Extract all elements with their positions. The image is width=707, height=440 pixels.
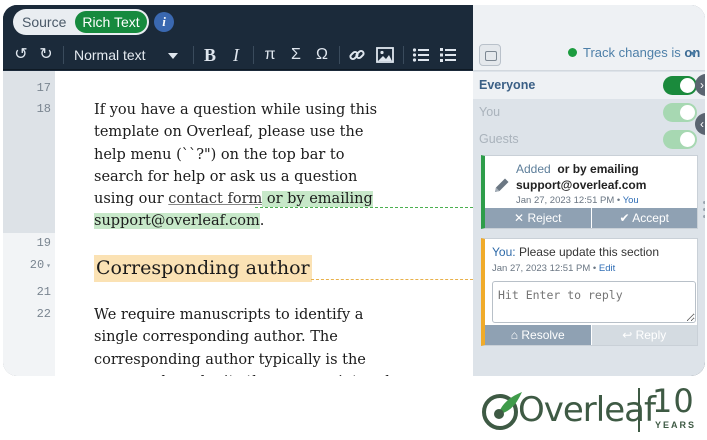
comment-connector-line [311,279,473,280]
mode-bar: Source Rich Text i [3,5,473,40]
change-kind: Added [516,162,551,176]
numbered-list-icon[interactable] [437,44,459,66]
change-text-continued: support@overleaf.com [516,178,647,192]
track-everyone-switch[interactable] [663,76,697,95]
reply-input[interactable] [492,281,696,323]
paragraph-end: . [259,213,265,230]
reply-label: Reply [635,328,667,342]
comment-body: You: Please update this section [492,245,659,259]
comment-author: You: [492,245,516,259]
reject-label: Reject [527,211,562,225]
toolbar-divider [339,46,340,64]
line-number: 17 [36,81,51,95]
editor-mode-toggle[interactable]: Source Rich Text [13,9,149,35]
comment-edit-link[interactable]: Edit [599,263,615,274]
gutter-highlight [3,97,55,233]
comment-date: Jan 27, 2023 12:51 PM [492,263,591,274]
contact-form-link[interactable]: contact form [168,191,262,207]
toolbar-divider [193,46,194,64]
bullet-list-icon[interactable] [410,44,432,66]
tracked-change-card[interactable]: Added or by emailing support@overleaf.co… [481,155,698,229]
change-meta: Jan 27, 2023 12:51 PM • You [516,195,639,206]
comment-actions: ⌂ Resolve ↩ Reply [485,325,697,345]
resolve-button[interactable]: ⌂ Resolve [485,325,592,345]
track-guests-label: Guests [479,132,519,146]
section-heading[interactable]: Corresponding author [94,255,312,282]
logo-ten: 10 [652,382,695,420]
change-author: You [622,195,639,206]
switch-knob [680,132,695,147]
editor-content-area[interactable]: 17 18 19 20 ▾ 21 22 If you have a questio… [3,71,473,376]
fold-arrow-icon[interactable]: ▾ [46,262,51,271]
pencil-icon [495,178,509,192]
overview-toggle-icon[interactable] [479,44,501,66]
italic-icon[interactable]: I [226,44,246,66]
redo-icon[interactable]: ↻ [36,44,56,66]
resolve-label: Resolve [521,328,565,342]
reply-button[interactable]: ↩ Reply [591,325,697,345]
review-panel: Track changes is on ▼ Everyone You Guest… [473,5,705,376]
line-number-gutter: 17 18 19 20 ▾ 21 22 [3,71,55,376]
logo-divider [638,388,640,432]
review-panel-header: Track changes is on ▼ [473,5,705,71]
toolbar-divider [253,46,254,64]
track-you-row: You [473,99,705,126]
switch-knob [680,105,695,120]
editor-window: Source Rich Text i ↺ ↻ Normal text B I π… [3,5,705,376]
document-content[interactable]: If you have a question while using this … [55,71,473,376]
change-summary: Added or by emailing [516,162,639,176]
text-style-value: Normal text [74,47,146,63]
logo-wordmark: Overleaf [518,390,656,430]
accept-label: Accept [632,211,669,225]
track-everyone-label: Everyone [479,78,536,92]
track-everyone-row: Everyone [473,72,705,99]
bold-icon[interactable]: B [200,44,220,66]
switch-knob [680,78,695,93]
pi-icon[interactable]: π [260,44,280,66]
track-guests-switch[interactable] [663,130,697,149]
line-number: 22 [36,307,51,321]
link-icon[interactable] [346,44,368,66]
logo-years: YEARS [655,420,697,430]
track-changes-label: Track changes is [583,45,685,60]
track-changes-toggle[interactable]: Track changes is on [583,45,700,60]
change-date: Jan 27, 2023 12:51 PM [516,195,615,206]
formatting-toolbar: ↺ ↻ Normal text B I π Σ Ω [3,40,473,70]
paragraph[interactable]: If you have a question while using this … [94,99,394,233]
overleaf-10-years-logo: Overleaf 10 YEARS [480,380,705,438]
line-number-value: 20 [29,258,45,272]
line-number: 20 ▾ [3,258,51,272]
text-style-select[interactable]: Normal text [66,43,186,67]
comment-card[interactable]: You: Please update this section Jan 27, … [481,238,698,346]
chevron-down-icon[interactable]: ▼ [689,49,698,59]
track-you-label: You [479,105,501,119]
track-changes-status-dot [568,48,577,57]
omega-icon[interactable]: Ω [312,44,332,66]
source-mode-button[interactable]: Source [22,14,66,30]
undo-icon[interactable]: ↺ [11,44,31,66]
toolbar-divider [63,46,64,64]
comment-text: Please update this section [518,245,660,259]
panel-resize-handle[interactable] [703,201,705,225]
rich-text-mode-button[interactable]: Rich Text [75,11,147,33]
line-number: 19 [36,236,51,250]
track-guests-row: Guests [473,126,705,153]
comment-meta: Jan 27, 2023 12:51 PM • Edit [492,263,616,274]
change-text: or by emailing [557,162,639,176]
change-actions: ✕ Reject ✔ Accept [485,208,697,228]
line-number: 21 [36,285,51,299]
reject-button[interactable]: ✕ Reject [485,208,592,228]
toolbar-divider [403,46,404,64]
line-number: 18 [36,102,51,116]
paragraph[interactable]: We require manuscripts to identify a sin… [94,304,394,376]
change-connector-line [255,207,473,208]
chevron-down-icon [168,53,178,59]
track-you-switch[interactable] [663,103,697,122]
image-icon[interactable] [374,44,396,66]
accept-button[interactable]: ✔ Accept [591,208,697,228]
sigma-icon[interactable]: Σ [286,44,306,66]
info-icon[interactable]: i [154,12,174,32]
